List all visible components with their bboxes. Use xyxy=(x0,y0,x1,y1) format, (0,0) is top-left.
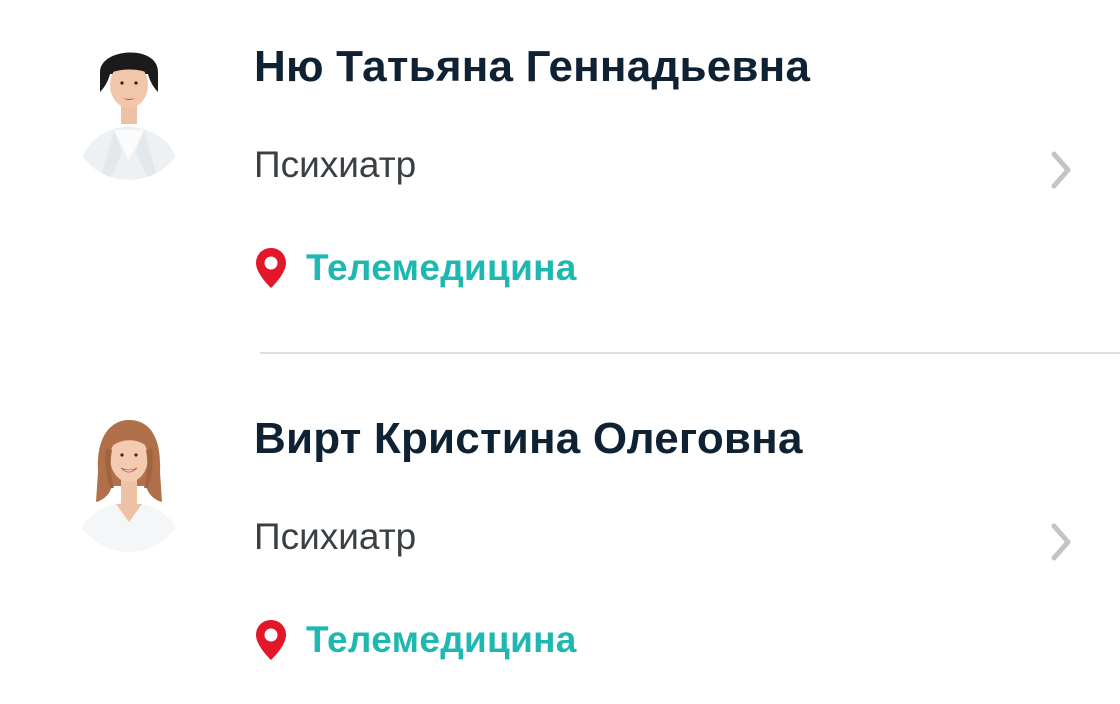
doctor-location: Телемедицина xyxy=(254,616,577,664)
chevron-right-icon[interactable] xyxy=(1048,522,1074,562)
doctor-avatar xyxy=(71,52,187,180)
doctor-specialty: Психиатр xyxy=(254,516,417,557)
location-label: Телемедицина xyxy=(306,247,577,288)
map-pin-icon xyxy=(256,620,286,660)
doctor-specialty: Психиатр xyxy=(254,144,417,185)
doctor-name: Ню Татьяна Геннадьевна xyxy=(254,42,811,91)
doctor-avatar xyxy=(76,420,182,552)
doctor-card[interactable]: Вирт Кристина Олеговна Психиатр Телемеди… xyxy=(0,372,1120,704)
list-divider xyxy=(260,352,1120,354)
location-label: Телемедицина xyxy=(306,619,577,660)
doctor-list: Ню Татьяна Геннадьевна Психиатр Телемеди… xyxy=(0,0,1120,704)
chevron-right-icon[interactable] xyxy=(1048,150,1074,190)
doctor-card[interactable]: Ню Татьяна Геннадьевна Психиатр Телемеди… xyxy=(0,0,1120,340)
doctor-name: Вирт Кристина Олеговна xyxy=(254,414,803,463)
doctor-location: Телемедицина xyxy=(254,244,577,292)
map-pin-icon xyxy=(256,248,286,288)
